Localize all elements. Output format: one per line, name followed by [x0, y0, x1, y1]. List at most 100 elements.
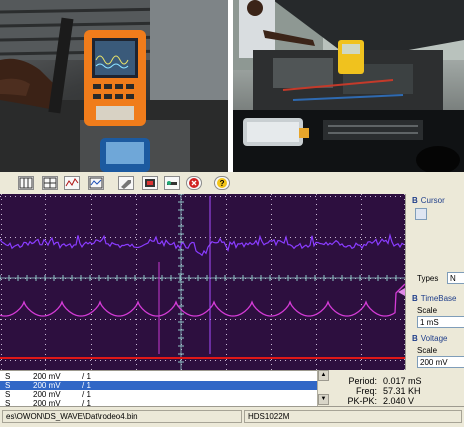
grid-icon[interactable]: [42, 176, 58, 190]
graticule-dot: [136, 209, 137, 210]
chart-icon[interactable]: [64, 176, 80, 190]
graticule-dot: [1, 234, 2, 235]
graticule-dot: [40, 360, 41, 361]
graticule-dot: [271, 239, 272, 240]
graticule-dot: [45, 294, 46, 295]
graticule-dot: [271, 209, 272, 210]
graticule-dot: [91, 319, 92, 320]
graticule-dot: [226, 349, 227, 350]
graticule-dot: [271, 284, 272, 285]
probe-icon[interactable]: [164, 176, 180, 190]
probe-icon[interactable]: [142, 176, 158, 190]
list-item[interactable]: S 200 mV / 1: [0, 390, 317, 399]
graticule-dot: [45, 309, 46, 310]
graticule-dot: [260, 196, 261, 197]
graticule-dot: [0, 360, 1, 361]
graticule-dot: [10, 196, 11, 197]
graticule-dot: [316, 224, 317, 225]
scroll-up-icon[interactable]: ▲: [318, 370, 329, 381]
graticule-dot: [330, 360, 331, 361]
graticule-dot: [316, 274, 317, 275]
graticule-dot: [125, 237, 126, 238]
graticule-dot: [226, 344, 227, 345]
graticule-dot: [136, 239, 137, 240]
graticule-dot: [316, 244, 317, 245]
scroll-down-icon[interactable]: ▼: [318, 394, 329, 405]
graticule-dot: [175, 360, 176, 361]
graticule-dot: [120, 196, 121, 197]
cursor-select[interactable]: [415, 208, 427, 220]
channel-ratio: / 1: [82, 372, 91, 381]
graticule-dot: [345, 237, 346, 238]
list-scrollbar[interactable]: ▲ ▼: [317, 370, 329, 406]
graticule-dot: [295, 360, 296, 361]
graticule-dot: [75, 237, 76, 238]
grid-icon[interactable]: [18, 176, 34, 190]
types-select[interactable]: N: [447, 272, 464, 284]
graticule-dot: [91, 349, 92, 350]
graticule-dot: [290, 237, 291, 238]
graticule-dot: [316, 249, 317, 250]
graticule-dot: [315, 319, 316, 320]
graticule-dot: [45, 209, 46, 210]
graticule-dot: [355, 319, 356, 320]
graticule-dot: [130, 319, 131, 320]
graticule-dot: [45, 284, 46, 285]
stop-icon[interactable]: [186, 176, 202, 190]
waveform-display[interactable]: [0, 194, 405, 370]
list-item-selected[interactable]: S 200 mV / 1: [0, 381, 317, 390]
graticule-dot: [65, 196, 66, 197]
graticule-dot: [305, 360, 306, 361]
graticule-dot: [320, 237, 321, 238]
graticule-dot: [310, 196, 311, 197]
graticule-dot: [1, 199, 2, 200]
graticule-dot: [260, 319, 261, 320]
list-item[interactable]: S 200 mV / 1: [0, 372, 317, 381]
graticule-dot: [0, 237, 1, 238]
graticule-dot: [91, 249, 92, 250]
voltage-scale-field[interactable]: 200 mV: [417, 356, 464, 368]
graticule-dot: [91, 279, 92, 280]
help-icon[interactable]: ?: [214, 176, 230, 190]
graticule-dot: [90, 319, 91, 320]
graticule-dot: [226, 299, 227, 300]
graticule-dot: [70, 360, 71, 361]
graticule-dot: [226, 264, 227, 265]
graticule-dot: [361, 259, 362, 260]
graticule-dot: [226, 199, 227, 200]
graticule-dot: [175, 319, 176, 320]
graticule-dot: [316, 194, 317, 195]
graticule-dot: [370, 237, 371, 238]
graticule-dot: [315, 196, 316, 197]
graticule-dot: [45, 239, 46, 240]
graticule-dot: [1, 249, 2, 250]
graticule-dot: [115, 196, 116, 197]
graticule-dot: [280, 360, 281, 361]
graticule-dot: [316, 269, 317, 270]
graticule-dot: [265, 196, 266, 197]
graticule-dot: [226, 239, 227, 240]
graticule-dot: [245, 196, 246, 197]
graticule-dot: [271, 274, 272, 275]
graticule-dot: [271, 234, 272, 235]
graticule-dot: [15, 319, 16, 320]
graticule-dot: [271, 319, 272, 320]
graticule-dot: [271, 279, 272, 280]
graticule-dot: [350, 360, 351, 361]
graticule-dot: [91, 274, 92, 275]
chart-icon[interactable]: [88, 176, 104, 190]
graticule-dot: [60, 319, 61, 320]
timebase-scale-field[interactable]: 1 mS: [417, 316, 464, 328]
graticule-dot: [390, 319, 391, 320]
graticule-dot: [65, 319, 66, 320]
graticule-dot: [80, 319, 81, 320]
graticule-dot: [155, 360, 156, 361]
graticule-dot: [136, 284, 137, 285]
graticule-dot: [65, 360, 66, 361]
graticule-dot: [5, 319, 6, 320]
graticule-dot: [91, 229, 92, 230]
graticule-dot: [120, 360, 121, 361]
tool-icon[interactable]: [118, 176, 134, 190]
graticule-dot: [55, 360, 56, 361]
graticule-dot: [155, 196, 156, 197]
